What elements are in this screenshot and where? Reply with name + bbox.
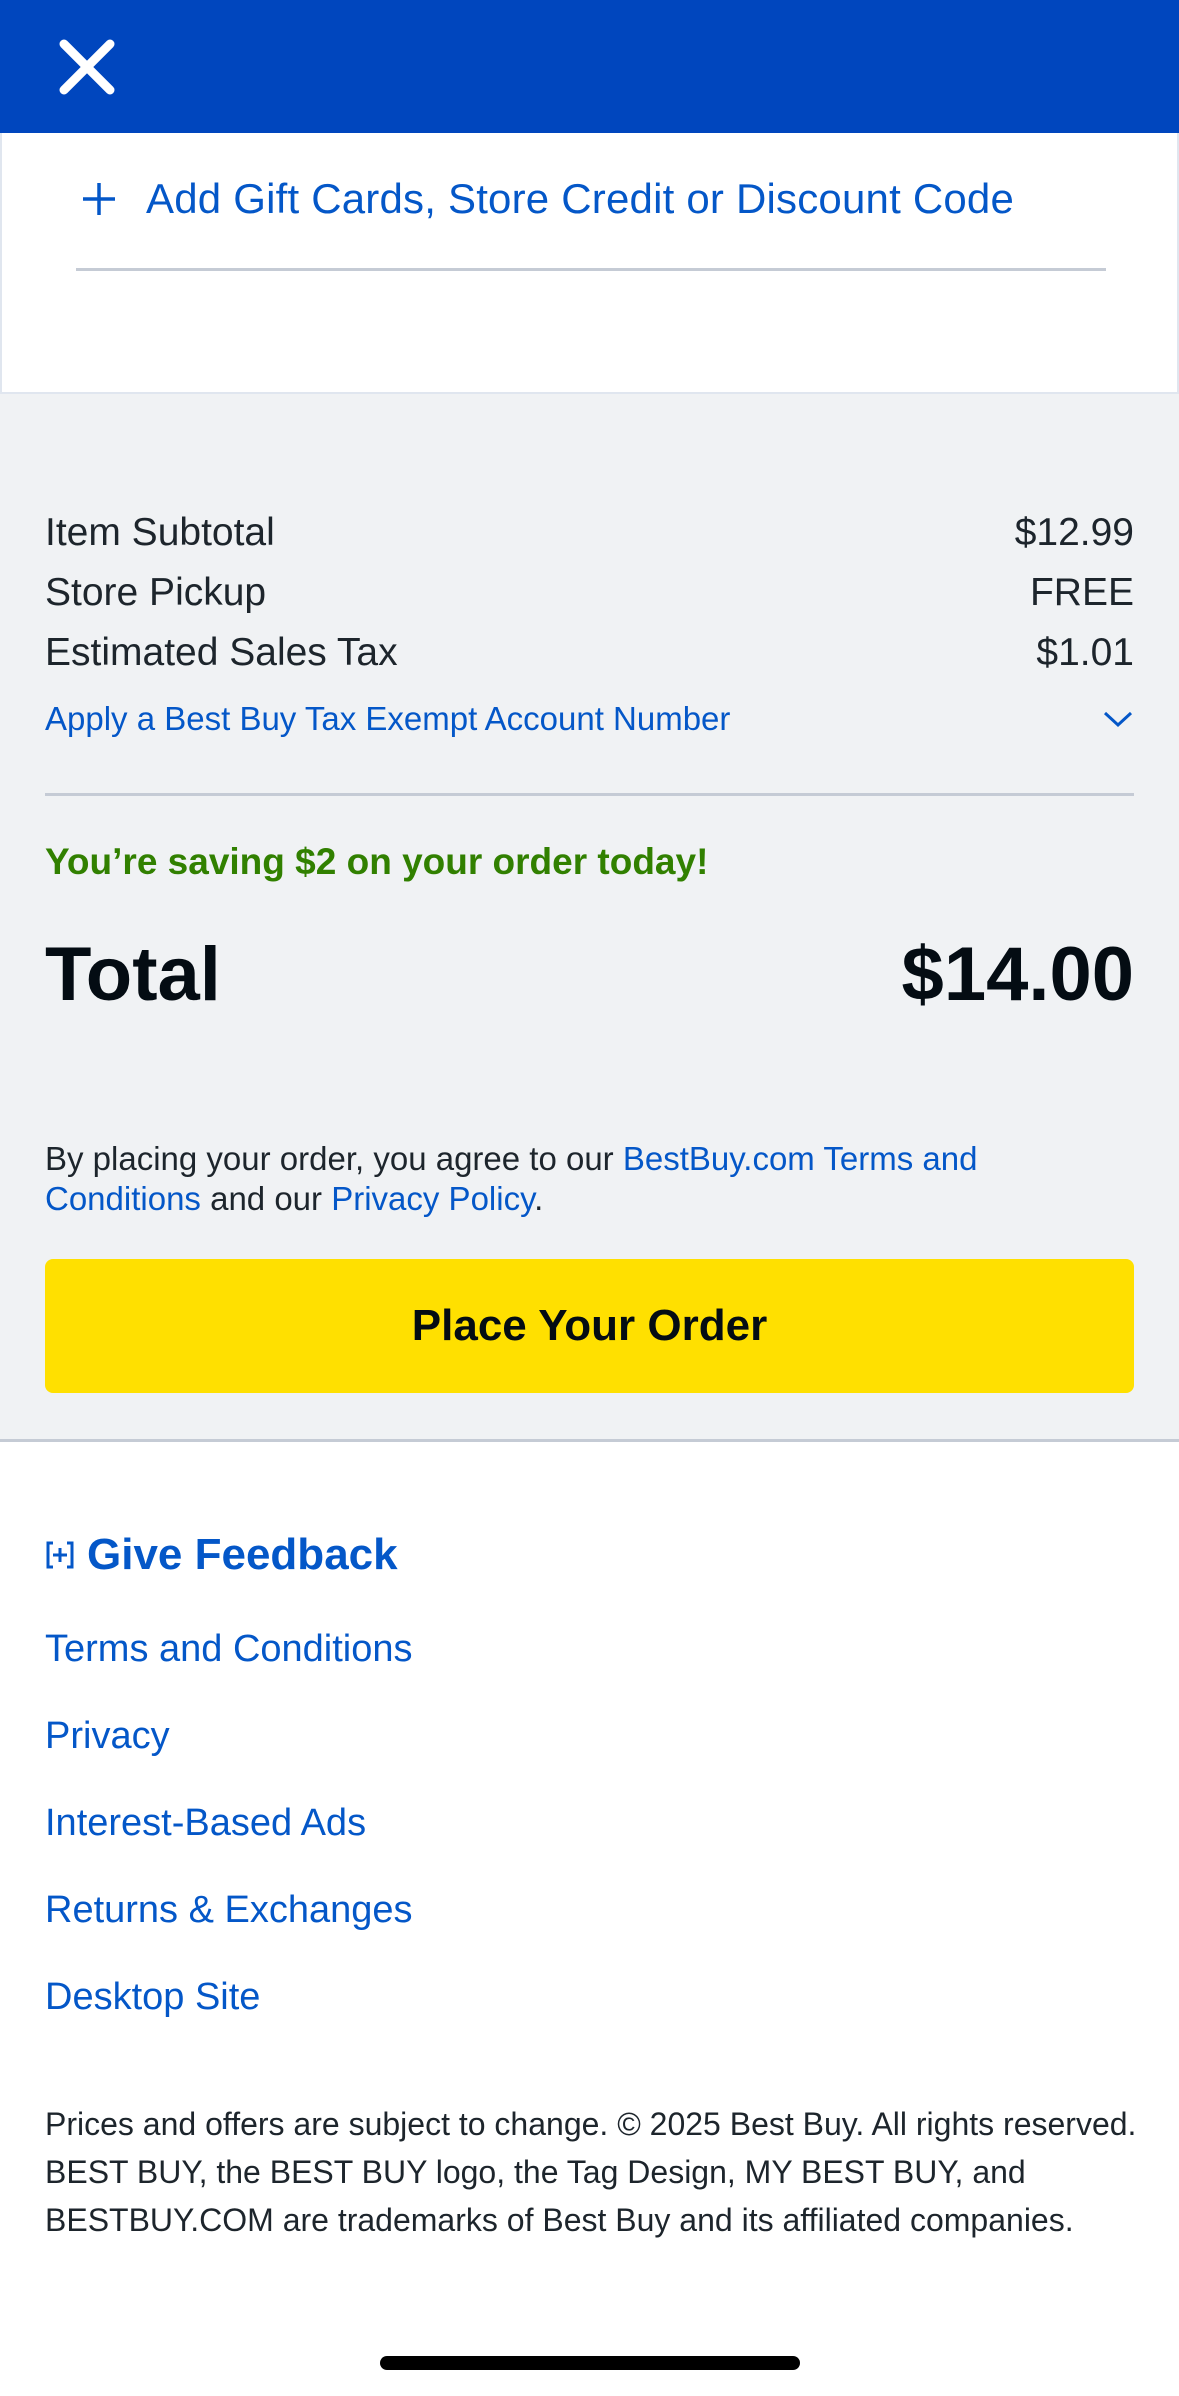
privacy-policy-link[interactable]: Privacy Policy — [331, 1180, 534, 1217]
close-button[interactable] — [52, 36, 122, 98]
footer-link-privacy[interactable]: Privacy — [45, 1709, 170, 1763]
feedback-bracket-plus-icon — [46, 1541, 74, 1569]
summary-row-subtotal: Item Subtotal $12.99 — [45, 503, 1134, 563]
order-summary: Item Subtotal $12.99 Store Pickup FREE E… — [0, 394, 1179, 1442]
plus-icon — [83, 183, 115, 215]
footer-link-interest-ads[interactable]: Interest-Based Ads — [45, 1796, 366, 1850]
savings-message: You’re saving $2 on your order today! — [45, 841, 709, 882]
summary-row-label: Item Subtotal — [45, 511, 275, 554]
footer-link-terms[interactable]: Terms and Conditions — [45, 1622, 413, 1676]
header-bar — [0, 0, 1179, 133]
summary-row-label: Store Pickup — [45, 571, 267, 614]
chevron-down-icon — [1103, 711, 1133, 728]
total-label: Total — [45, 931, 221, 1017]
footer-link-desktop-site[interactable]: Desktop Site — [45, 1970, 260, 2024]
place-order-button[interactable]: Place Your Order — [45, 1259, 1134, 1393]
checkout-page: Add Gift Cards, Store Credit or Discount… — [0, 0, 1179, 2396]
summary-row-tax: Estimated Sales Tax $1.01 — [45, 623, 1134, 683]
summary-row-value: $1.01 — [1036, 631, 1134, 674]
total-row: Total $14.00 — [45, 924, 1134, 1024]
home-indicator[interactable] — [380, 2356, 800, 2370]
agreement-suffix: . — [534, 1180, 544, 1217]
tax-exempt-toggle[interactable]: Apply a Best Buy Tax Exempt Account Numb… — [45, 694, 1134, 744]
order-agreement: By placing your order, you agree to our … — [45, 1139, 1134, 1219]
give-feedback-button[interactable]: Give Feedback — [45, 1525, 398, 1585]
agreement-prefix: By placing your order, you agree to our — [45, 1140, 623, 1177]
tax-exempt-label: Apply a Best Buy Tax Exempt Account Numb… — [45, 700, 731, 737]
summary-row-value: FREE — [1029, 571, 1134, 614]
agreement-middle: and our — [200, 1180, 332, 1217]
total-value: $14.00 — [901, 931, 1134, 1017]
footer-link-returns[interactable]: Returns & Exchanges — [45, 1883, 413, 1937]
divider — [45, 793, 1134, 796]
summary-row-value: $12.99 — [1014, 511, 1134, 554]
summary-row-pickup: Store Pickup FREE — [45, 563, 1134, 623]
gift-card-panel: Add Gift Cards, Store Credit or Discount… — [0, 133, 1179, 394]
add-gift-card-button[interactable]: Add Gift Cards, Store Credit or Discount… — [76, 165, 1014, 233]
give-feedback-label: Give Feedback — [87, 1530, 398, 1579]
divider — [76, 268, 1106, 271]
close-icon — [59, 39, 115, 95]
legal-text: Prices and offers are subject to change.… — [45, 2106, 1137, 2238]
add-gift-card-label: Add Gift Cards, Store Credit or Discount… — [146, 175, 1015, 222]
summary-row-label: Estimated Sales Tax — [45, 631, 398, 674]
